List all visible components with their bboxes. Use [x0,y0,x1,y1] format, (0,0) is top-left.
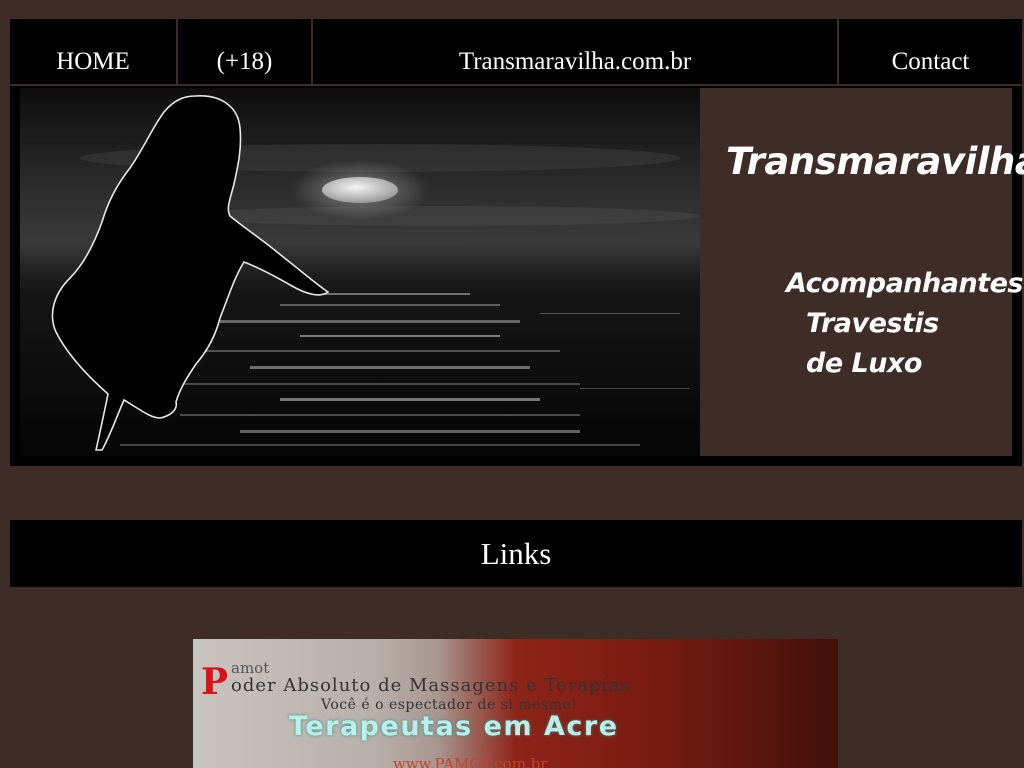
moonlit-beach-silhouette-image [20,88,700,456]
links-section-heading: Links [10,520,1022,587]
nav-home-link[interactable]: HOME [10,19,178,84]
banner-text-panel: Transmaravilha Acompanhantes Travestis d… [700,88,1024,456]
ad-url: www.PAMOT.com.br [393,755,548,768]
tagline-line-2: Travestis [806,308,939,339]
ad-logo-letter: P [201,661,229,703]
ad-headline: Terapeutas em Acre [289,711,619,742]
ad-title: oder Absoluto de Massagens e Terapias [231,675,631,696]
tagline-line-3: de Luxo [806,348,922,379]
nav-site-link[interactable]: Transmaravilha.com.br [313,19,839,84]
header-banner: Transmaravilha Acompanhantes Travestis d… [10,86,1024,466]
section-title: Links [480,535,552,571]
top-navigation: HOME (+18) Transmaravilha.com.br Contact [10,19,1022,84]
tagline-line-1: Acompanhantes [786,268,1023,299]
nav-contact-link[interactable]: Contact [839,19,1022,84]
nav-adult-link[interactable]: (+18) [178,19,313,84]
pamot-ad-banner-link[interactable]: P amot oder Absoluto de Massagens e Tera… [193,639,838,768]
brand-title: Transmaravilha [726,140,1024,183]
